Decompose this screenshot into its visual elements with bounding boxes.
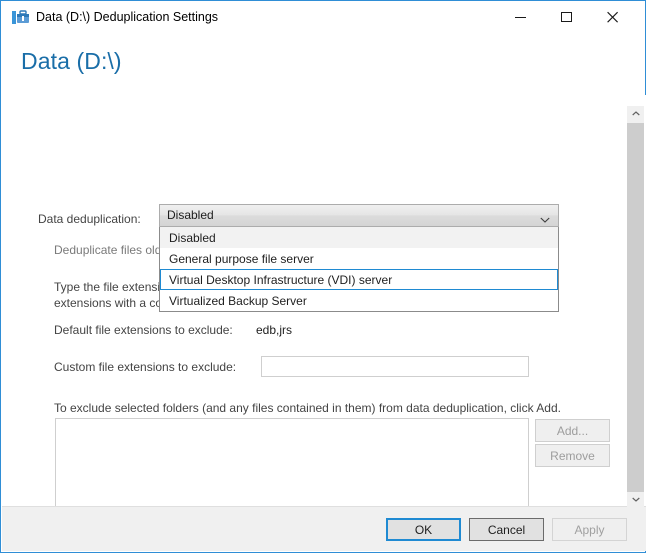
deduplicate-files-older-label: Deduplicate files old — [54, 243, 162, 257]
chevron-down-icon — [627, 497, 644, 502]
custom-extensions-input[interactable] — [261, 356, 529, 377]
window-title: Data (D:\) Deduplication Settings — [36, 10, 219, 24]
chevron-up-icon — [627, 111, 644, 116]
dialog-footer: OK Cancel Apply — [2, 506, 646, 551]
ok-button[interactable]: OK — [386, 518, 461, 541]
dropdown-option-general-purpose-file-server[interactable]: General purpose file server — [160, 248, 558, 269]
excluded-folders-listbox[interactable] — [55, 418, 529, 509]
scrollbar-up-button[interactable] — [627, 106, 644, 123]
extensions-hint-line2: extensions with a co — [54, 296, 163, 310]
remove-folder-button[interactable]: Remove — [535, 444, 610, 467]
default-extensions-value: edb,jrs — [256, 323, 293, 337]
data-deduplication-dropdown-list[interactable]: Disabled General purpose file server Vir… — [159, 227, 559, 312]
close-button[interactable] — [590, 1, 636, 32]
maximize-button[interactable] — [544, 1, 590, 32]
server-toolbox-icon — [12, 9, 29, 25]
page-title: Data (D:\) — [21, 48, 122, 74]
title-bar: Data (D:\) Deduplication Settings — [1, 1, 645, 33]
minimize-icon — [498, 11, 544, 23]
close-icon — [590, 11, 636, 23]
extensions-hint-line1: Type the file extensi — [54, 280, 161, 294]
data-deduplication-label: Data deduplication: — [38, 212, 141, 226]
content-scrollbar[interactable] — [627, 106, 644, 509]
default-extensions-label: Default file extensions to exclude: — [54, 323, 233, 337]
scrollbar-thumb[interactable] — [627, 123, 644, 492]
exclude-folders-instruction: To exclude selected folders (and any fil… — [54, 401, 561, 415]
dropdown-option-vdi-server[interactable]: Virtual Desktop Infrastructure (VDI) ser… — [160, 269, 558, 290]
data-deduplication-value: Disabled — [167, 208, 214, 222]
apply-button[interactable]: Apply — [552, 518, 627, 541]
dropdown-option-disabled[interactable]: Disabled — [160, 227, 558, 248]
data-deduplication-select[interactable]: Disabled — [159, 204, 559, 227]
chevron-down-icon — [540, 213, 550, 227]
scrollbar-down-button[interactable] — [627, 492, 644, 509]
dropdown-option-virtualized-backup-server[interactable]: Virtualized Backup Server — [160, 290, 558, 311]
maximize-icon — [544, 11, 590, 23]
dialog-window: Data (D:\) Deduplication Settings Data (… — [0, 0, 646, 553]
custom-extensions-label: Custom file extensions to exclude: — [54, 360, 237, 374]
add-folder-button[interactable]: Add... — [535, 419, 610, 442]
settings-content: Data deduplication: Disabled Deduplicate… — [2, 95, 646, 509]
cancel-button[interactable]: Cancel — [469, 518, 544, 541]
minimize-button[interactable] — [498, 1, 544, 32]
